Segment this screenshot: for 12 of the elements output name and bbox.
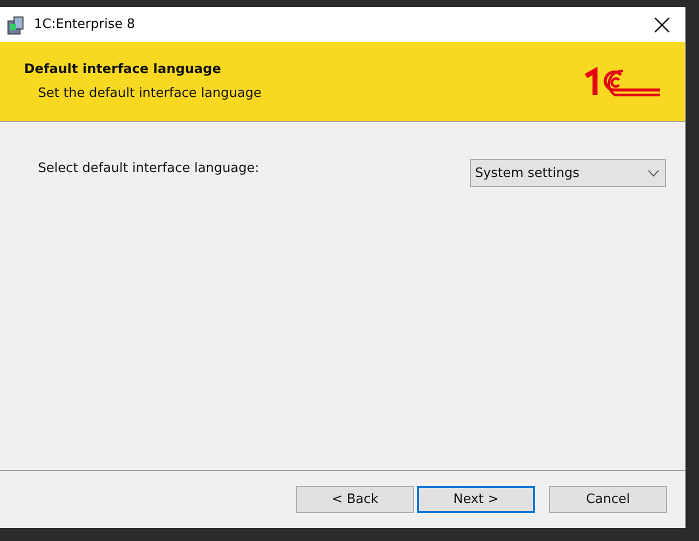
- page-subtitle: Set the default interface language: [37, 86, 262, 101]
- wizard-button[interactable]: < Back: [296, 486, 414, 513]
- logo-icon: [585, 66, 661, 96]
- page-title: Default interface language: [24, 62, 222, 77]
- wizard-button[interactable]: Next >: [417, 486, 535, 513]
- window-title: 1C:Enterprise 8: [34, 17, 136, 32]
- chevron-down-icon: [648, 170, 659, 176]
- installer-icon: [6, 14, 26, 34]
- close-icon: [654, 16, 670, 32]
- wizard-button[interactable]: Cancel: [549, 486, 667, 513]
- language-label: Select default interface language:: [38, 161, 260, 176]
- language-dropdown[interactable]: System settings: [470, 159, 666, 187]
